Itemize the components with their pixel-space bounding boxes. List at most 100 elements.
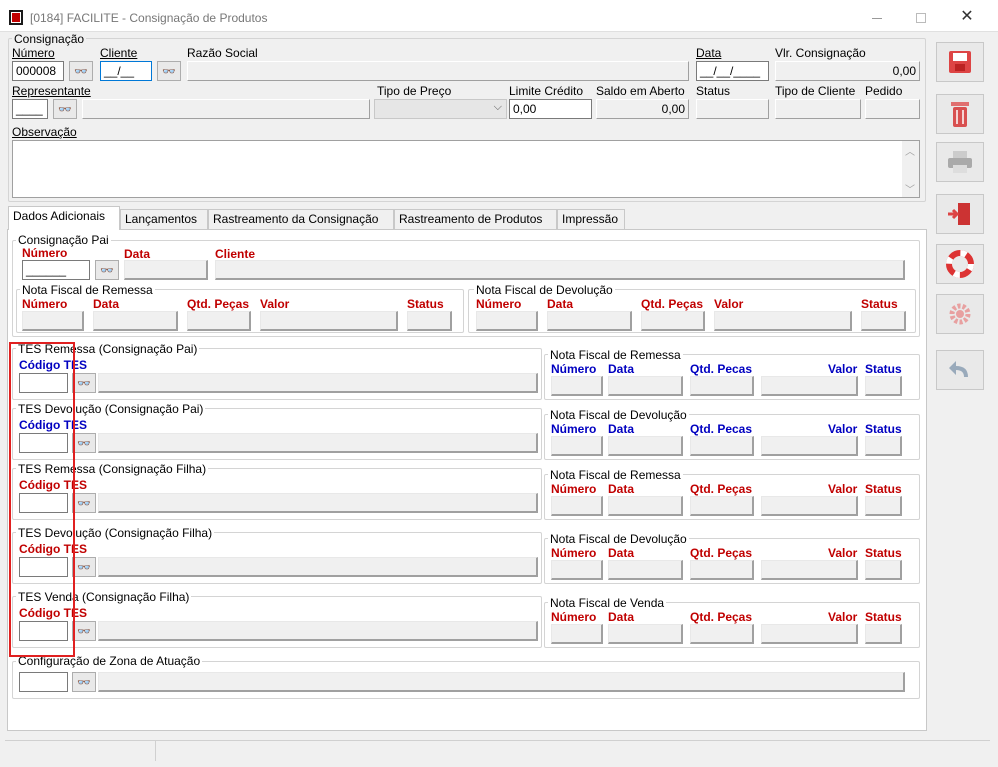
- cliente-search-button[interactable]: 👓: [157, 61, 181, 81]
- tes-nf-qtd-field: [690, 560, 754, 580]
- cliente-field[interactable]: __/__: [100, 61, 152, 81]
- save-button[interactable]: [936, 42, 984, 82]
- nfd-numero-field: [476, 311, 538, 331]
- tes-nf-data-label: Data: [608, 422, 635, 436]
- pai-numero-search-button[interactable]: 👓: [95, 260, 119, 280]
- representante-field[interactable]: ____: [12, 99, 48, 119]
- vlr-consignacao-label: Vlr. Consignação: [775, 46, 866, 60]
- tipo-preco-select[interactable]: ⌵: [374, 99, 507, 119]
- tes-nf-data-field: [608, 496, 683, 516]
- zona-search-button[interactable]: 👓: [72, 672, 96, 692]
- binoculars-icon: 👓: [77, 437, 91, 450]
- nfr-qtd-label: Qtd. Peças: [187, 297, 250, 311]
- tab-rastreamento-consignacao[interactable]: Rastreamento da Consignação: [208, 209, 394, 229]
- representante-search-button[interactable]: 👓: [53, 99, 77, 119]
- pedido-field: [865, 99, 920, 119]
- data-field[interactable]: __/__/____: [696, 61, 769, 81]
- minimize-button[interactable]: [872, 18, 882, 19]
- pai-numero-field[interactable]: ______: [22, 260, 90, 280]
- tes-nf-numero-field: [551, 436, 603, 456]
- tes-search-button[interactable]: 👓: [72, 557, 96, 577]
- close-button[interactable]: ✕: [958, 8, 976, 26]
- binoculars-icon: 👓: [77, 497, 91, 510]
- nf-devolucao-pai-title: Nota Fiscal de Devolução: [474, 283, 615, 297]
- window-title: [0184] FACILITE - Consignação de Produto…: [30, 11, 268, 25]
- tes-nf-numero-field: [551, 376, 603, 396]
- tes-search-button[interactable]: 👓: [72, 373, 96, 393]
- tes-nf-status-field: [865, 624, 902, 644]
- representante-name-field: [82, 99, 370, 119]
- status-label: Status: [696, 84, 731, 98]
- status-bar-panel: [155, 741, 156, 761]
- delete-button[interactable]: [936, 94, 984, 134]
- chevron-down-icon: ﹀: [905, 185, 915, 196]
- tab-dados-adicionais[interactable]: Dados Adicionais: [8, 206, 120, 230]
- tes-nf-numero-label: Número: [551, 610, 597, 624]
- nfd-qtd-label: Qtd. Peças: [641, 297, 704, 311]
- nfr-valor-field: [260, 311, 398, 331]
- tes-nf-numero-field: [551, 560, 603, 580]
- maximize-button[interactable]: [916, 13, 926, 23]
- tes-nf-qtd-field: [690, 624, 754, 644]
- observacao-scrollbar[interactable]: ︿ ﹀: [902, 141, 919, 197]
- tab-lancamentos[interactable]: Lançamentos: [120, 209, 208, 229]
- highlight-box: [9, 342, 75, 657]
- tes-desc-field: [98, 493, 538, 513]
- tes-nf-valor-field: [761, 436, 858, 456]
- tes-nf-qtd-label: Qtd. Pecas: [690, 422, 753, 436]
- nf-remessa-pai-title: Nota Fiscal de Remessa: [20, 283, 155, 297]
- saldo-aberto-label: Saldo em Aberto: [596, 84, 685, 98]
- lifebuoy-icon: [946, 250, 974, 278]
- nfd-data-field: [547, 311, 632, 331]
- tes-nf-qtd-label: Qtd. Peças: [690, 482, 753, 496]
- pai-data-label: Data: [124, 247, 151, 261]
- nfr-qtd-field: [187, 311, 251, 331]
- printer-icon: [948, 151, 972, 173]
- tes-nf-qtd-label: Qtd. Pecas: [690, 362, 753, 376]
- tes-desc-field: [98, 373, 538, 393]
- razao-social-field: [187, 61, 689, 81]
- status-bar: [5, 740, 990, 761]
- tes-nf-status-label: Status: [865, 422, 902, 436]
- limite-credito-field[interactable]: 0,00: [509, 99, 592, 119]
- tes-nf-valor-label: Valor: [828, 422, 858, 436]
- tes-nf-title: Nota Fiscal de Devolução: [548, 408, 689, 422]
- numero-field[interactable]: 000008: [12, 61, 64, 81]
- saldo-aberto-field: 0,00: [596, 99, 689, 119]
- numero-search-button[interactable]: 👓: [69, 61, 93, 81]
- nfr-data-label: Data: [93, 297, 120, 311]
- trash-icon: [951, 102, 969, 127]
- tes-nf-valor-field: [761, 560, 858, 580]
- chevron-up-icon: ︿: [905, 147, 915, 158]
- tab-impressao[interactable]: Impressão: [557, 209, 625, 229]
- undo-button[interactable]: [936, 350, 984, 390]
- tes-nf-numero-field: [551, 496, 603, 516]
- nfd-data-label: Data: [547, 297, 574, 311]
- nfd-status-label: Status: [861, 297, 898, 311]
- help-button[interactable]: [936, 244, 984, 284]
- tes-nf-data-label: Data: [608, 362, 635, 376]
- nfr-data-field: [93, 311, 178, 331]
- tab-rastreamento-produtos[interactable]: Rastreamento de Produtos: [394, 209, 557, 229]
- config-button[interactable]: [936, 294, 984, 334]
- tes-search-button[interactable]: 👓: [72, 433, 96, 453]
- nfr-valor-label: Valor: [260, 297, 290, 311]
- representante-label: Representante: [12, 84, 91, 98]
- observacao-textarea[interactable]: ︿ ﹀: [12, 140, 920, 198]
- nfd-qtd-field: [641, 311, 705, 331]
- tes-search-button[interactable]: 👓: [72, 493, 96, 513]
- tes-nf-status-field: [865, 436, 902, 456]
- pedido-label: Pedido: [865, 84, 903, 98]
- zona-code-field[interactable]: [19, 672, 68, 692]
- tes-nf-qtd-label: Qtd. Peças: [690, 610, 753, 624]
- nfd-status-field: [861, 311, 906, 331]
- nfd-numero-label: Número: [476, 297, 522, 311]
- tes-nf-status-label: Status: [865, 482, 902, 496]
- tes-nf-title: Nota Fiscal de Venda: [548, 596, 667, 610]
- tes-nf-data-field: [608, 436, 683, 456]
- tes-nf-title: Nota Fiscal de Devolução: [548, 532, 689, 546]
- tes-search-button[interactable]: 👓: [72, 621, 96, 641]
- exit-button[interactable]: [936, 194, 984, 234]
- save-icon: [949, 51, 971, 73]
- print-button[interactable]: [936, 142, 984, 182]
